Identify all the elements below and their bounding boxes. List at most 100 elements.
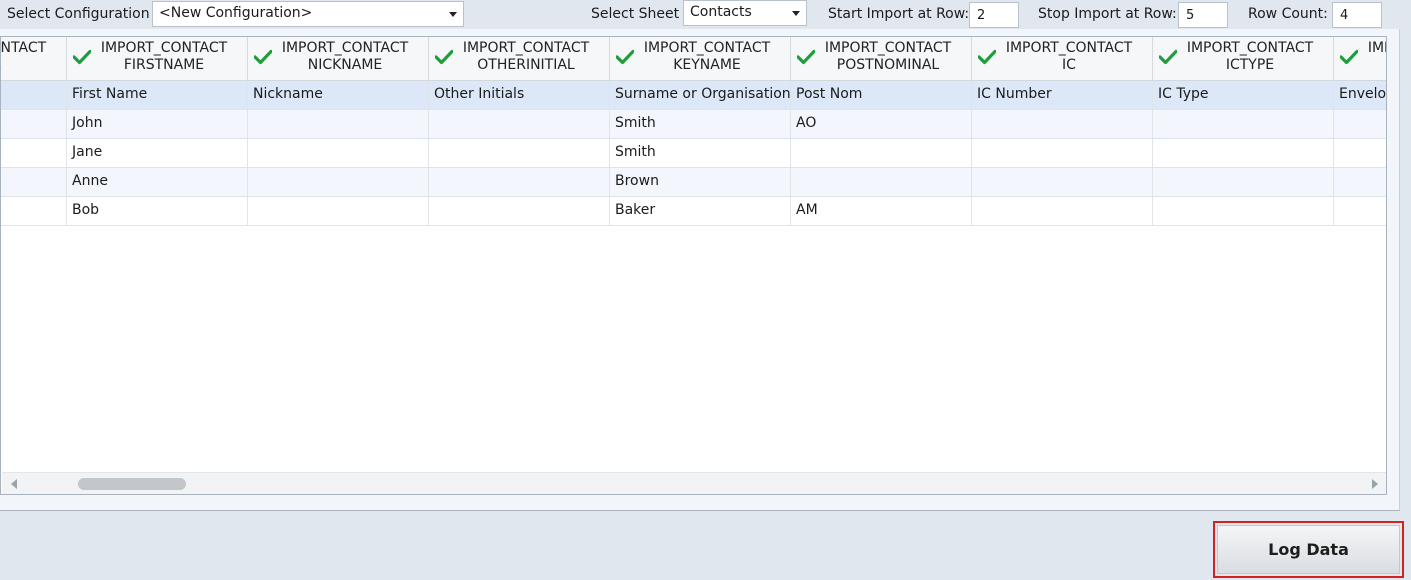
stop-row-input[interactable]: 5 (1178, 2, 1228, 28)
sheet-dropdown[interactable]: Contacts (683, 0, 807, 26)
column-header-field: IMPORT_CONTACT (1186, 40, 1314, 56)
table-cell[interactable] (1, 110, 67, 138)
column-header[interactable]: IMPORT_CONTACT KEYNAME (610, 37, 791, 80)
scrollbar-thumb[interactable] (78, 478, 186, 490)
table-row[interactable]: Bob Baker AM (1, 197, 1386, 226)
column-header[interactable]: IMPORT_CONTACT POSTNOMINAL (791, 37, 972, 80)
table-cell[interactable] (972, 197, 1153, 225)
row-count-value: 4 (1332, 2, 1382, 28)
mapped-check-icon (796, 49, 816, 65)
table-cell[interactable]: Jane (67, 139, 248, 167)
table-cell[interactable] (1334, 110, 1386, 138)
column-header-name: IC (1062, 57, 1076, 73)
column-header-name: NICKNAME (307, 57, 383, 73)
table-cell[interactable] (1334, 139, 1386, 167)
column-header-name: POSTNOMINAL (836, 57, 940, 73)
import-grid: IMPORT_CONTACTTITLEIMPORT_CONTACTFIRSTNA… (0, 36, 1387, 495)
column-header-field: IMPORT_CONTACT (462, 40, 590, 56)
table-cell[interactable]: Smith (610, 110, 791, 138)
column-header-field: IMPORT_CONTACT (0, 40, 47, 56)
table-cell[interactable] (791, 139, 972, 167)
source-column-cell[interactable]: Surname or Organisation (610, 81, 791, 109)
table-cell[interactable]: Smith (610, 139, 791, 167)
table-row[interactable]: Anne Brown (1, 168, 1386, 197)
table-cell[interactable] (1334, 168, 1386, 196)
chevron-down-icon (449, 12, 457, 17)
column-header-field: IMPORT_CONTACT (100, 40, 228, 56)
column-header[interactable]: IMPORT_CONTACTTITLE (0, 37, 67, 80)
mapped-check-icon (253, 49, 273, 65)
column-header-name: OTHERINITIAL (477, 57, 575, 73)
source-column-cell[interactable]: Nickname (248, 81, 429, 109)
column-header-name: KEYNAME (673, 57, 741, 73)
select-configuration-label: Select Configuration (7, 6, 150, 22)
source-column-cell[interactable]: Other Initials (429, 81, 610, 109)
mapped-check-icon (615, 49, 635, 65)
grid-panel: IMPORT_CONTACTTITLEIMPORT_CONTACTFIRSTNA… (0, 29, 1400, 511)
log-data-button[interactable]: Log Data (1217, 525, 1400, 574)
row-count-label: Row Count: (1248, 6, 1328, 22)
table-cell[interactable]: Anne (67, 168, 248, 196)
source-column-cell[interactable]: IC Type (1153, 81, 1334, 109)
source-column-cell[interactable]: IC Number (972, 81, 1153, 109)
table-cell[interactable] (1153, 139, 1334, 167)
table-cell[interactable] (1, 139, 67, 167)
table-cell[interactable]: Bob (67, 197, 248, 225)
source-column-cell[interactable]: Post Nom (791, 81, 972, 109)
table-cell[interactable] (248, 197, 429, 225)
table-cell[interactable] (972, 110, 1153, 138)
source-column-row[interactable]: First Name Nickname Other Initials Surname … (1, 81, 1386, 110)
start-row-input[interactable]: 2 (969, 2, 1019, 28)
table-cell[interactable] (1334, 197, 1386, 225)
mapped-check-icon (977, 49, 997, 65)
source-column-cell[interactable]: Envelope (1334, 81, 1386, 109)
column-header-field: IMPORT_CONTACT (824, 40, 952, 56)
table-cell[interactable] (429, 139, 610, 167)
stop-row-label: Stop Import at Row: (1038, 6, 1177, 22)
table-row[interactable]: Jane Smith (1, 139, 1386, 168)
table-cell[interactable] (429, 110, 610, 138)
horizontal-scrollbar[interactable] (2, 472, 1386, 494)
table-cell[interactable] (429, 197, 610, 225)
source-column-cell[interactable]: First Name (67, 81, 248, 109)
table-cell[interactable] (1, 168, 67, 196)
column-header-field: IMPORT_CONTACT (281, 40, 409, 56)
column-header[interactable]: IMPORT_CONTACT ICTYPE (1153, 37, 1334, 80)
scroll-left-icon[interactable] (11, 479, 17, 489)
column-header[interactable]: IMPORT_CONTACT NICKNAME (248, 37, 429, 80)
table-cell[interactable] (248, 139, 429, 167)
configuration-dropdown[interactable]: <New Configuration> (152, 1, 464, 27)
start-row-label: Start Import at Row: (828, 6, 970, 22)
toolbar: Select Configuration <New Configuration>… (0, 0, 1411, 29)
chevron-down-icon (792, 11, 800, 16)
column-header-field: IMPORT_CONTACT (1005, 40, 1133, 56)
table-cell[interactable]: Baker (610, 197, 791, 225)
column-header[interactable]: IMPORT_CONTACT OTHERINITIAL (429, 37, 610, 80)
column-header-name: FIRSTNAME (123, 57, 205, 73)
column-header-name: TITLE (1, 57, 66, 74)
column-header[interactable]: IMPORT_CONTACT FIRSTNAME (67, 37, 248, 80)
column-header-field: IMPORT_CONTACT (643, 40, 771, 56)
table-row[interactable]: John Smith AO (1, 110, 1386, 139)
table-cell[interactable] (429, 168, 610, 196)
table-cell[interactable]: AO (791, 110, 972, 138)
table-cell[interactable] (972, 168, 1153, 196)
table-cell[interactable] (1153, 197, 1334, 225)
table-cell[interactable]: John (67, 110, 248, 138)
column-header[interactable]: IMPORT_CONTACTENVELOPE (1334, 37, 1386, 80)
table-cell[interactable]: Brown (610, 168, 791, 196)
table-cell[interactable] (791, 168, 972, 196)
table-cell[interactable] (1153, 110, 1334, 138)
source-column-cell[interactable] (1, 81, 67, 109)
table-cell[interactable] (1, 197, 67, 225)
grid-content: IMPORT_CONTACTTITLEIMPORT_CONTACTFIRSTNA… (0, 37, 1386, 226)
column-header[interactable]: IMPORT_CONTACT IC (972, 37, 1153, 80)
scroll-right-icon[interactable] (1372, 479, 1378, 489)
table-cell[interactable] (248, 110, 429, 138)
table-cell[interactable] (1153, 168, 1334, 196)
table-cell[interactable]: AM (791, 197, 972, 225)
select-sheet-label: Select Sheet (591, 6, 680, 22)
table-cell[interactable] (972, 139, 1153, 167)
sheet-value: Contacts (690, 4, 752, 20)
table-cell[interactable] (248, 168, 429, 196)
